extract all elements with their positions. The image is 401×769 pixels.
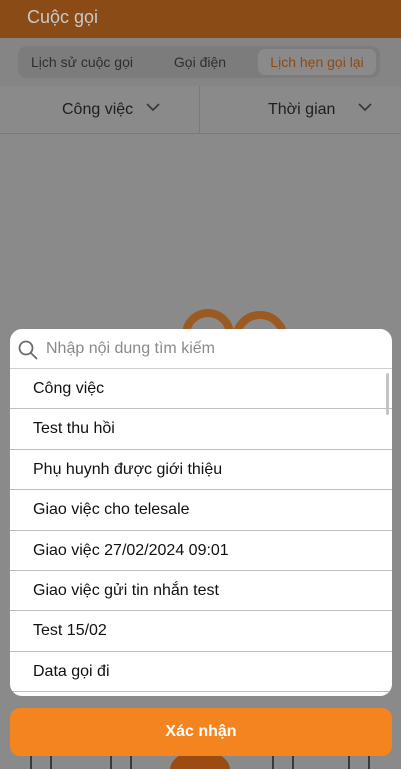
list-item[interactable]: Công việc — [10, 369, 392, 410]
page-title: Cuộc gọi — [27, 7, 99, 27]
list-item[interactable]: Giao việc gửi tin nhắn test — [10, 571, 392, 612]
segmented-tabs: Lịch sử cuộc gọi Gọi điện Lịch hẹn gọi l… — [18, 46, 380, 78]
list-item[interactable]: Data gọi đi — [10, 652, 392, 693]
work-filter-dropdown[interactable]: Công việc — [62, 86, 160, 134]
option-list: Công việc Test thu hồi Phụ huynh được gi… — [10, 369, 392, 693]
tab-callback-schedule[interactable]: Lịch hẹn gọi lại — [258, 49, 376, 75]
chevron-down-icon — [358, 84, 372, 132]
list-item[interactable]: Test thu hồi — [10, 409, 392, 450]
scrollbar[interactable] — [386, 373, 389, 415]
time-filter-dropdown[interactable]: Thời gian — [268, 86, 372, 134]
list-item[interactable]: Phụ huynh được giới thiệu — [10, 450, 392, 491]
tab-bar-container: Lịch sử cuộc gọi Gọi điện Lịch hẹn gọi l… — [0, 38, 401, 86]
search-input[interactable] — [46, 335, 376, 363]
list-item[interactable]: Giao việc 27/02/2024 09:01 — [10, 531, 392, 571]
app-header: Cuộc gọi — [0, 0, 401, 38]
filter-divider — [199, 86, 200, 134]
search-bar — [10, 329, 392, 369]
work-dropdown-popup: Công việc Test thu hồi Phụ huynh được gi… — [10, 329, 392, 696]
search-icon — [18, 340, 38, 365]
list-item[interactable]: Giao việc cho telesale — [10, 490, 392, 531]
chevron-down-icon — [145, 84, 160, 132]
work-filter-label: Công việc — [62, 101, 134, 118]
confirm-button[interactable]: Xác nhận — [10, 708, 392, 756]
tab-make-call[interactable]: Gọi điện — [146, 46, 254, 78]
filter-bar: Công việc Thời gian — [0, 86, 401, 134]
list-item[interactable]: Test 15/02 — [10, 611, 392, 652]
time-filter-label: Thời gian — [268, 101, 336, 118]
tab-call-history[interactable]: Lịch sử cuộc gọi — [18, 46, 146, 78]
